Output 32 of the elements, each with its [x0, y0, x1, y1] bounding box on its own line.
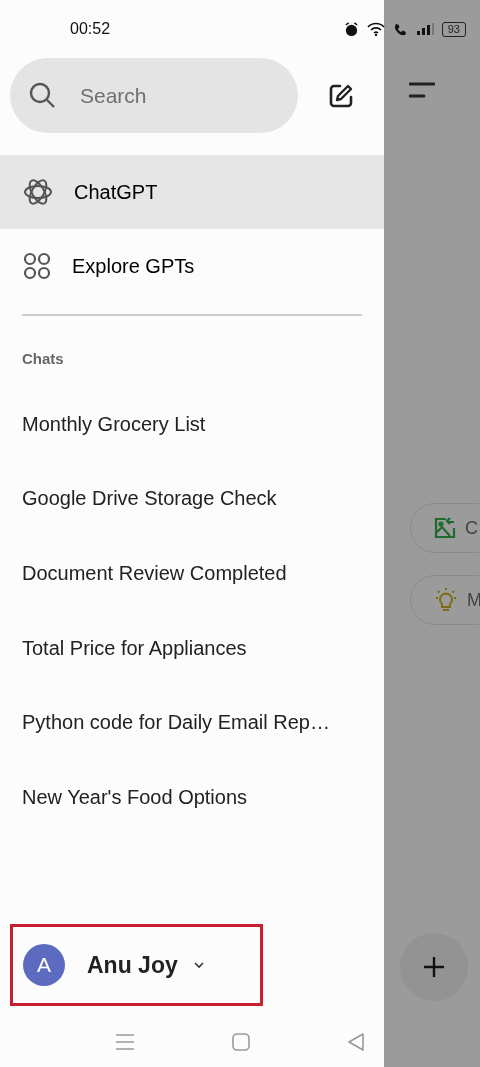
chevron-down-icon — [193, 961, 204, 969]
grid-icon — [22, 251, 52, 281]
chat-item[interactable]: New Year's Food Options — [0, 759, 384, 835]
section-label: Chats — [21, 349, 65, 369]
knot-logo-icon — [22, 176, 54, 208]
suggestion-chip[interactable]: M — [410, 575, 480, 625]
call-icon — [392, 21, 408, 37]
nav-item[interactable]: ChatGPT — [0, 155, 384, 229]
wifi-icon — [366, 22, 385, 36]
user-name: Anu Joy — [87, 950, 178, 980]
account-button[interactable]: A Anu Joy — [10, 924, 263, 1006]
battery-level: 93 — [441, 21, 466, 37]
back-icon[interactable] — [347, 1033, 365, 1051]
chat-item[interactable]: Google Drive Storage Check — [0, 461, 384, 536]
lightbulb-icon — [433, 587, 459, 613]
nav-item[interactable]: Explore GPTs — [0, 229, 384, 303]
chat-item[interactable]: Monthly Grocery List — [0, 386, 384, 462]
search-icon — [28, 81, 56, 109]
search-field[interactable]: Search — [10, 58, 298, 133]
home-icon[interactable] — [232, 1033, 250, 1051]
chat-item[interactable]: Python code for Daily Email Rep… — [0, 684, 384, 760]
clock: 00:52 — [70, 19, 111, 39]
new-chat-icon[interactable] — [328, 82, 354, 109]
suggestion-chip[interactable]: C — [410, 503, 480, 553]
alarm-icon — [343, 21, 359, 37]
signal-icon — [415, 23, 434, 35]
image-icon — [433, 516, 457, 540]
plus-icon — [423, 956, 445, 978]
menu-icon[interactable] — [409, 82, 435, 98]
chat-item[interactable]: Total Price for Appliances — [0, 610, 384, 685]
chat-item[interactable]: Document Review Completed — [0, 535, 384, 611]
avatar: A — [23, 944, 65, 986]
